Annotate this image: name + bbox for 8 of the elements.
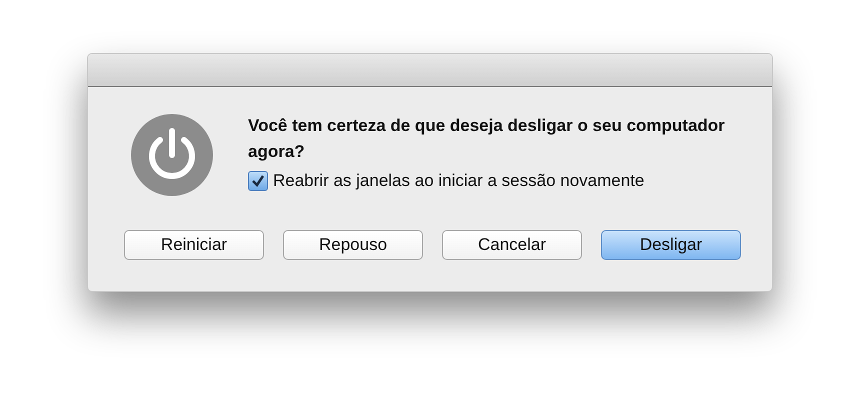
dialog-button[interactable]: Reiniciar (124, 230, 264, 260)
reopen-checkbox[interactable] (248, 170, 268, 191)
dialog-button[interactable]: Repouso (283, 230, 423, 260)
dialog-button[interactable]: Desligar (601, 230, 741, 260)
dialog-message: Você tem certeza de que deseja desligar o seu computador agora? (248, 115, 726, 163)
power-icon (130, 113, 214, 197)
checkbox-label: Reabrir as janelas ao iniciar a sessão novamente (273, 170, 644, 192)
dialog-button[interactable]: Cancelar (442, 230, 582, 260)
